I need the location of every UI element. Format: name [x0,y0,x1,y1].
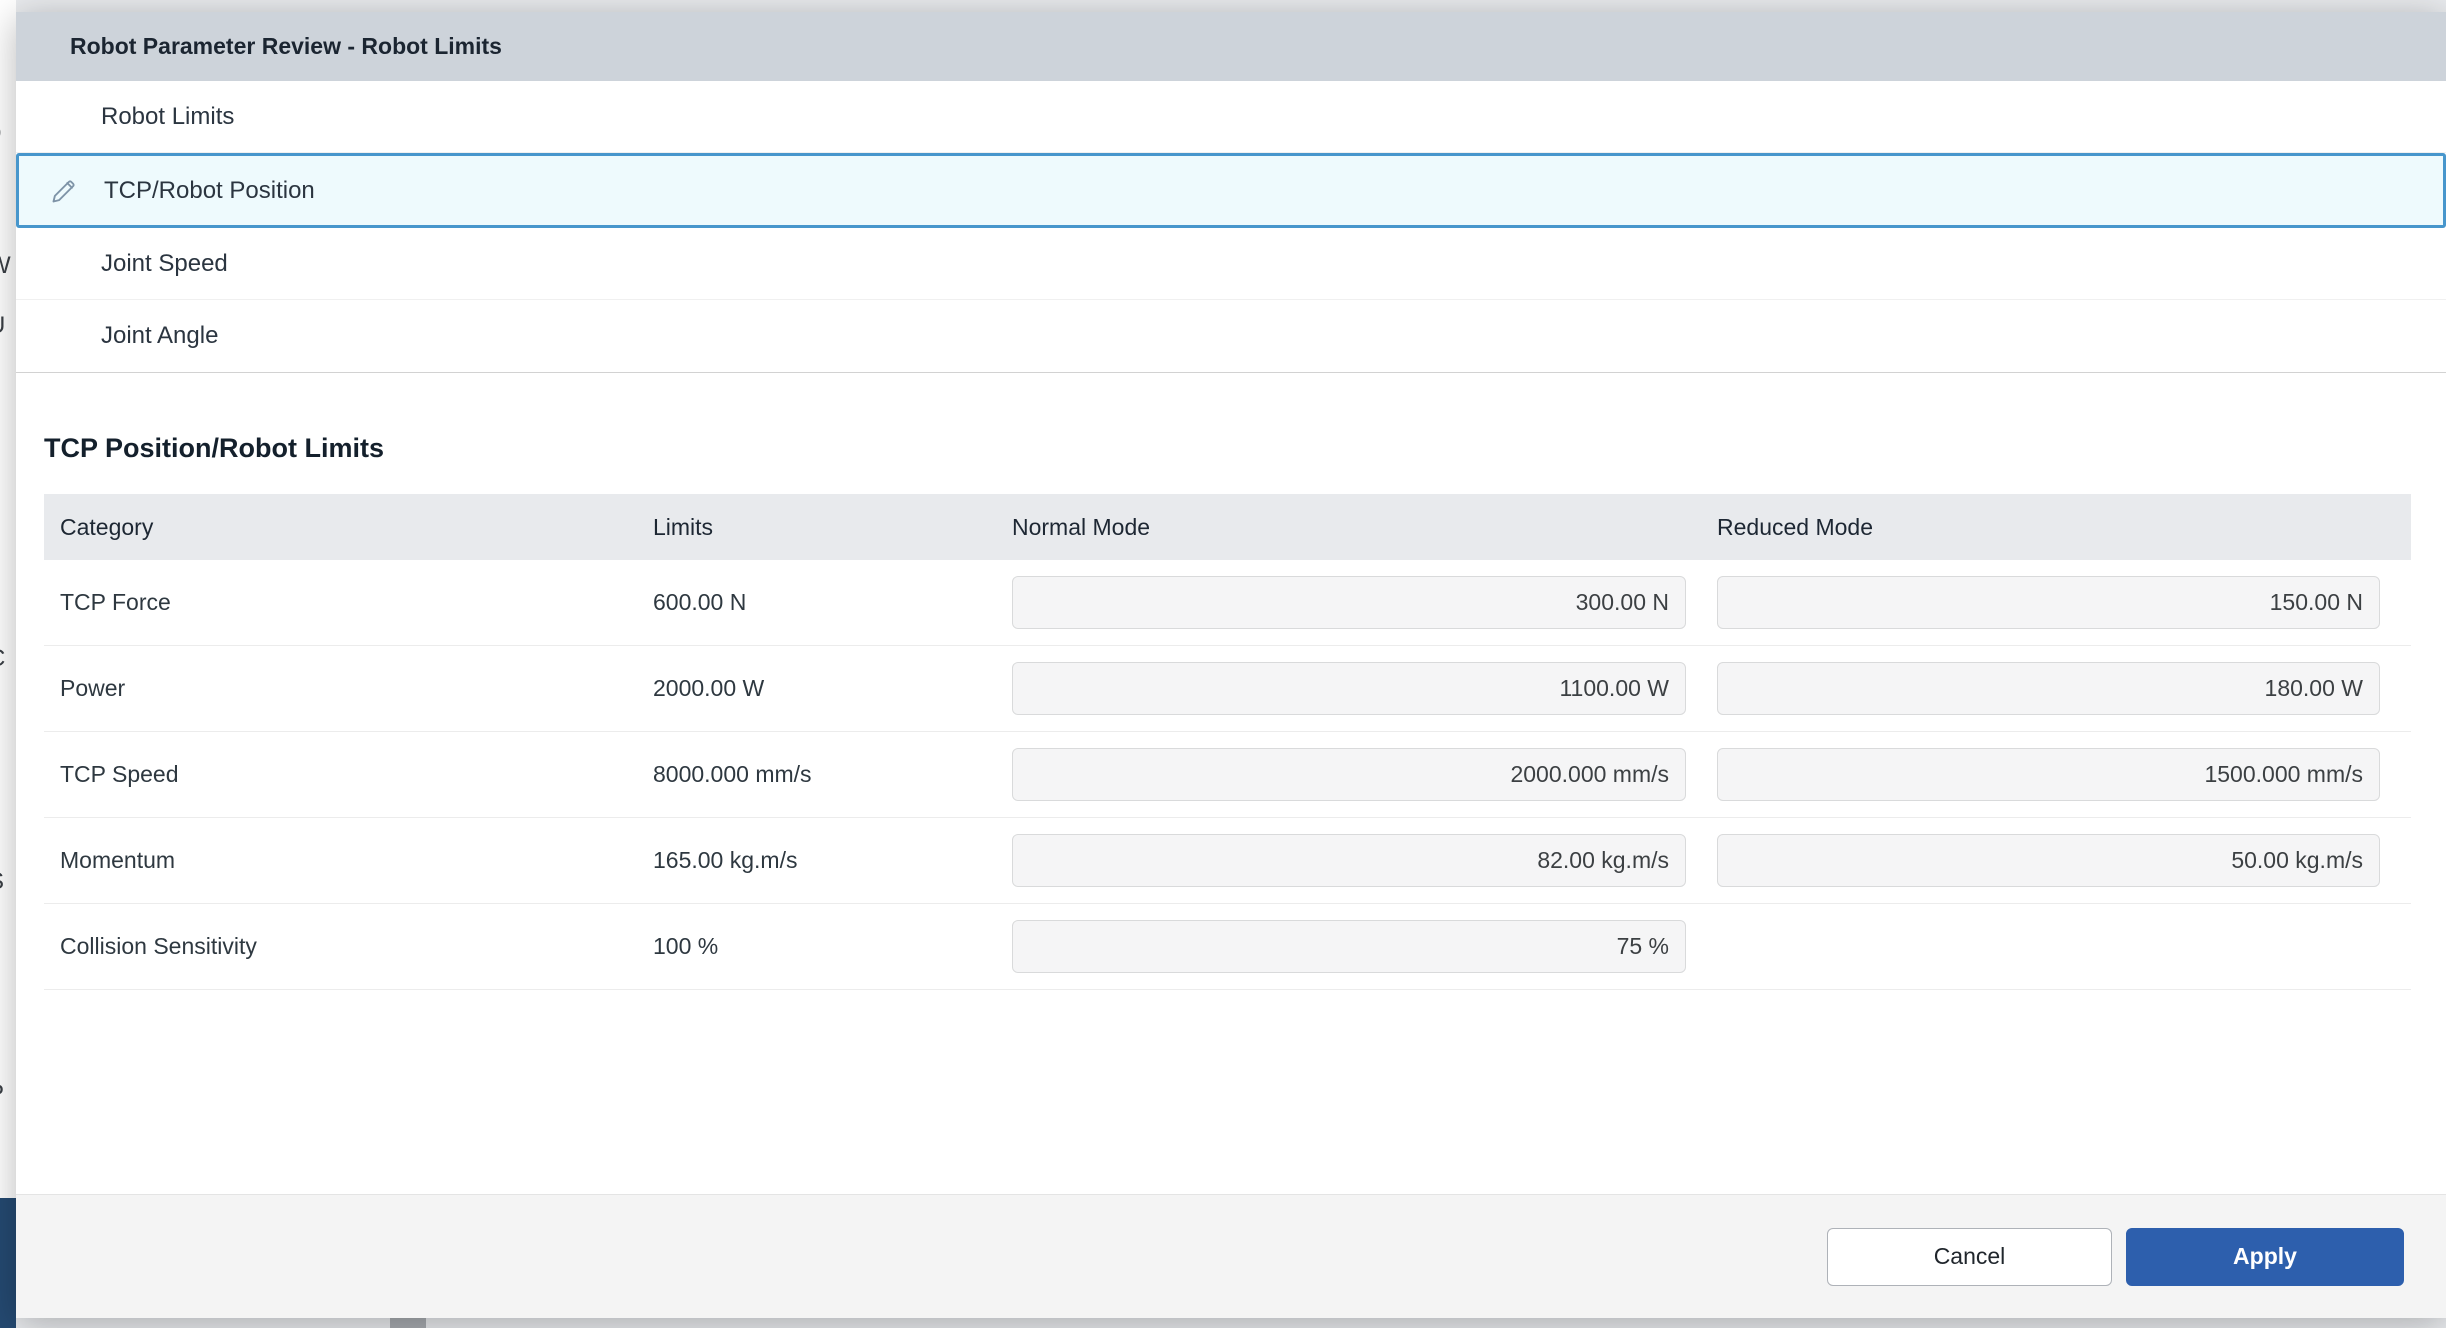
reduced-mode-cell [1701,576,2411,629]
limit-value: 2000.00 W [653,675,764,701]
limit-cell: 600.00 N [637,589,996,616]
tcp-force-normal-input[interactable] [1012,576,1686,629]
limits-table: CategoryLimitsNormal ModeReduced Mode TC… [44,494,2411,990]
limit-cell: 2000.00 W [637,675,996,702]
table-header-reduced-mode: Reduced Mode [1701,514,2411,541]
background-text-fragment: b [0,118,1,146]
category-cell: Collision Sensitivity [44,933,637,960]
tcp-force-reduced-input[interactable] [1717,576,2380,629]
limit-value: 600.00 N [653,589,746,615]
table-row-tcp-speed: TCP Speed 8000.000 mm/s [44,732,2411,818]
reduced-mode-cell [1701,748,2411,801]
dialog-footer: Cancel Apply [16,1194,2446,1318]
power-normal-input[interactable] [1012,662,1686,715]
table-row-collision-sensitivity: Collision Sensitivity 100 % [44,904,2411,990]
list-item-joint-speed[interactable]: Joint Speed [16,228,2446,300]
limit-cell: 100 % [637,933,996,960]
category-label: Collision Sensitivity [60,933,257,959]
category-label: TCP Force [60,589,171,615]
normal-mode-cell [996,662,1701,715]
table-header-normal-mode: Normal Mode [996,514,1701,541]
background-chip [390,1318,426,1328]
list-item-tcp-robot-position[interactable]: TCP/Robot Position [16,153,2446,228]
background-text-fragment: U [0,312,5,340]
limit-cell: 8000.000 mm/s [637,761,996,788]
category-label: TCP Speed [60,761,178,787]
category-cell: Momentum [44,847,637,874]
collision-sensitivity-normal-input[interactable] [1012,920,1686,973]
background-text-fragment: S [0,868,4,896]
list-item-label: Joint Angle [101,322,218,350]
robot-parameter-dialog: Robot Parameter Review - Robot Limits Ro… [16,12,2446,1318]
momentum-normal-input[interactable] [1012,834,1686,887]
background-dark-block [0,1198,16,1328]
limits-table-body: TCP Force 600.00 N Power 2000.00 W TCP Speed… [44,560,2411,990]
power-reduced-input[interactable] [1717,662,2380,715]
table-header-limits: Limits [637,514,996,541]
limit-value: 165.00 kg.m/s [653,847,797,873]
pencil-icon [49,176,79,206]
list-item-robot-limits[interactable]: Robot Limits [16,81,2446,153]
table-row-momentum: Momentum 165.00 kg.m/s [44,818,2411,904]
apply-button[interactable]: Apply [2126,1228,2404,1286]
category-label: Momentum [60,847,175,873]
background-text-fragment: C [0,645,5,673]
list-item-joint-angle[interactable]: Joint Angle [16,300,2446,372]
category-cell: TCP Speed [44,761,637,788]
reduced-mode-cell [1701,662,2411,715]
momentum-reduced-input[interactable] [1717,834,2380,887]
tcp-speed-normal-input[interactable] [1012,748,1686,801]
normal-mode-cell [996,920,1701,973]
tcp-speed-reduced-input[interactable] [1717,748,2380,801]
section-title: TCP Position/Robot Limits [44,433,2411,464]
table-row-tcp-force: TCP Force 600.00 N [44,560,2411,646]
table-row-power: Power 2000.00 W [44,646,2411,732]
background-text-fragment: P [0,1080,4,1108]
category-cell: Power [44,675,637,702]
list-item-label: Robot Limits [101,103,234,131]
list-item-label: Joint Speed [101,250,228,278]
dialog-content: TCP Position/Robot Limits CategoryLimits… [16,373,2446,1194]
limit-cell: 165.00 kg.m/s [637,847,996,874]
normal-mode-cell [996,834,1701,887]
dialog-title: Robot Parameter Review - Robot Limits [16,12,2446,81]
limit-value: 8000.000 mm/s [653,761,812,787]
normal-mode-cell [996,576,1701,629]
normal-mode-cell [996,748,1701,801]
category-label: Power [60,675,125,701]
category-cell: TCP Force [44,589,637,616]
table-header-category: Category [44,514,637,541]
limits-list: Robot Limits TCP/Robot Position Joint Spee… [16,81,2446,373]
limit-value: 100 % [653,933,718,959]
background-text-fragment: W [0,252,11,280]
list-item-label: TCP/Robot Position [104,177,315,205]
cancel-button[interactable]: Cancel [1827,1228,2112,1286]
reduced-mode-cell [1701,834,2411,887]
limits-table-header: CategoryLimitsNormal ModeReduced Mode [44,494,2411,560]
background-window-edge: b W U C S P [0,0,16,1328]
